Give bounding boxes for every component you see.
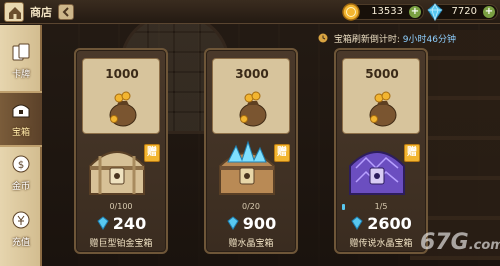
gem-icon: [97, 216, 109, 230]
sidebar-item-gold[interactable]: $ 金币: [0, 147, 42, 203]
gold-value: 13533: [371, 6, 403, 17]
gem-cost-value: 2600: [367, 214, 412, 233]
clock-icon: [318, 33, 328, 43]
sidebar-item-recharge[interactable]: 充值: [0, 203, 42, 259]
sidebar-item-label: 充值: [11, 238, 30, 248]
offer-card[interactable]: 1000 赠 0/100 240 赠巨型铂金宝箱: [74, 48, 168, 254]
progress-text: 1/5: [374, 202, 388, 211]
gold-package: 5000: [342, 58, 420, 134]
chest-refresh-timer: 宝箱刷新倒计时: 9小时46分钟: [318, 32, 456, 45]
gem-cost-button[interactable]: 2600: [336, 214, 426, 233]
gold-counter: 13533 +: [342, 3, 424, 21]
sidebar-item-cards[interactable]: 卡牌: [0, 35, 42, 91]
progress-bar: 0/20: [212, 202, 290, 212]
bonus-chest-name: 赠巨型铂金宝箱: [89, 239, 153, 249]
svg-text:$: $: [18, 160, 24, 171]
gift-badge: 赠: [144, 144, 160, 162]
gold-package: 3000: [212, 58, 290, 134]
chest-icon: [12, 104, 30, 118]
bonus-chest-name: 赠水晶宝箱: [228, 239, 274, 249]
sidebar-item-label: 金币: [11, 182, 30, 192]
gem-counter: 7720 +: [427, 3, 498, 22]
recharge-icon: [12, 211, 30, 229]
arrow-left-icon: [62, 7, 69, 17]
top-bar: 商店 13533 + 7720 +: [0, 0, 500, 24]
gift-badge: 赠: [274, 144, 290, 162]
add-gems-button[interactable]: +: [483, 6, 495, 18]
gold-bag-icon: [369, 91, 397, 127]
sidebar: 卡牌 宝箱 $ 金币 充值: [0, 25, 42, 266]
gold-bag-icon: [109, 91, 137, 127]
progress-text: 0/20: [242, 202, 260, 211]
gem-cost-value: 240: [112, 214, 147, 233]
gem-value: 7720: [451, 6, 477, 17]
gift-badge: 赠: [404, 144, 420, 162]
progress-text: 0/100: [109, 202, 133, 211]
refresh-label: 宝箱刷新倒计时:: [333, 35, 400, 45]
gem-cost-value: 900: [242, 214, 277, 233]
watermark-text: 67G: [420, 230, 469, 255]
gem-cost-button[interactable]: 900: [206, 214, 296, 233]
progress-bar: 0/100: [82, 202, 160, 212]
home-icon: [9, 7, 21, 19]
crystal-chest-icon: [219, 140, 275, 195]
gold-bag-icon: [239, 91, 267, 127]
legendary-crystal-chest-icon: [349, 151, 405, 195]
platinum-chest-icon: [89, 151, 145, 195]
gem-cost-button[interactable]: 240: [76, 214, 166, 233]
gold-amount: 3000: [235, 67, 269, 81]
back-button[interactable]: [58, 4, 74, 20]
cards-icon: [12, 43, 30, 61]
add-gold-button[interactable]: +: [409, 6, 421, 18]
offer-card[interactable]: 5000 赠 1/5 2600 赠传说水晶宝箱: [334, 48, 428, 254]
watermark-suffix: .com: [468, 238, 500, 253]
gem-icon: [427, 3, 443, 22]
sidebar-item-label: 宝箱: [11, 128, 30, 138]
page-title: 商店: [30, 6, 52, 19]
coin-icon: $: [12, 155, 30, 173]
gold-coin-icon: [342, 3, 360, 21]
sidebar-item-chests[interactable]: 宝箱: [0, 91, 42, 147]
gold-amount: 5000: [365, 67, 399, 81]
gold-amount: 1000: [105, 67, 139, 81]
sidebar-item-label: 卡牌: [11, 70, 30, 80]
site-watermark: 67G.com: [420, 230, 500, 255]
gem-icon: [351, 216, 363, 230]
gold-package: 1000: [82, 58, 160, 134]
offer-card[interactable]: 3000 赠 0/20 900 赠水晶宝箱: [204, 48, 298, 254]
bonus-chest-name: 赠传说水晶宝箱: [349, 239, 413, 249]
gem-icon: [227, 216, 239, 230]
progress-bar: 1/5: [342, 202, 420, 212]
refresh-time: 9小时46分钟: [402, 35, 456, 45]
home-button[interactable]: [4, 2, 24, 22]
